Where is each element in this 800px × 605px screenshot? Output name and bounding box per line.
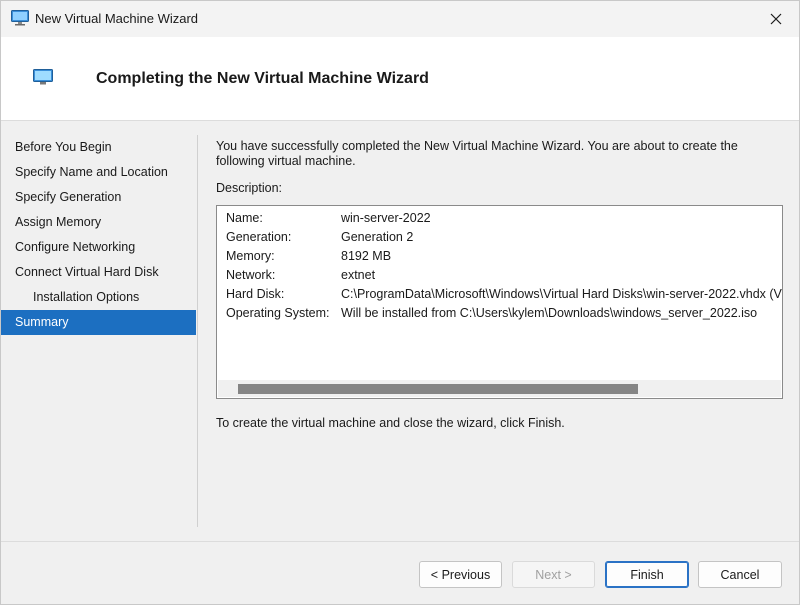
nav-step-specify-generation[interactable]: Specify Generation (1, 185, 197, 210)
wizard-steps-nav: Before You Begin Specify Name and Locati… (1, 135, 197, 335)
wizard-header: Completing the New Virtual Machine Wizar… (1, 37, 799, 121)
bottom-divider (1, 541, 799, 542)
close-icon (770, 13, 782, 25)
window-title: New Virtual Machine Wizard (35, 11, 199, 26)
finish-instruction: To create the virtual machine and close … (216, 416, 565, 430)
description-box[interactable]: Name: win-server-2022 Generation: Genera… (216, 205, 783, 399)
previous-button[interactable]: < Previous (419, 561, 502, 588)
page-title: Completing the New Virtual Machine Wizar… (96, 70, 429, 87)
hyper-v-monitor-icon (11, 10, 29, 26)
nav-step-installation-options[interactable]: Installation Options (1, 285, 197, 310)
next-button-label: Next > (535, 567, 572, 582)
nav-divider (197, 135, 198, 527)
nav-step-specify-name-location[interactable]: Specify Name and Location (1, 160, 197, 185)
close-button[interactable] (753, 1, 799, 37)
next-button[interactable]: Next > (512, 561, 595, 588)
intro-text: You have successfully completed the New … (216, 139, 738, 168)
finish-button-label: Finish (630, 567, 664, 582)
scrollbar-thumb[interactable] (238, 384, 638, 394)
finish-button[interactable]: Finish (605, 561, 689, 588)
title-bar: New Virtual Machine Wizard (1, 1, 799, 37)
summary-content: You have successfully completed the New … (216, 139, 786, 169)
nav-step-assign-memory[interactable]: Assign Memory (1, 210, 197, 235)
nav-step-configure-networking[interactable]: Configure Networking (1, 235, 197, 260)
nav-step-summary[interactable]: Summary (1, 310, 196, 335)
wizard-window: New Virtual Machine Wizard Completing th… (0, 0, 800, 605)
description-label: Description: (216, 181, 282, 195)
nav-step-connect-virtual-hard-disk[interactable]: Connect Virtual Hard Disk (1, 260, 197, 285)
virtual-machine-icon (33, 69, 53, 85)
previous-button-label: < Previous (430, 567, 491, 582)
cancel-button[interactable]: Cancel (698, 561, 782, 588)
horizontal-scrollbar[interactable] (218, 380, 781, 397)
cancel-button-label: Cancel (720, 567, 760, 582)
nav-step-before-you-begin[interactable]: Before You Begin (1, 135, 197, 160)
